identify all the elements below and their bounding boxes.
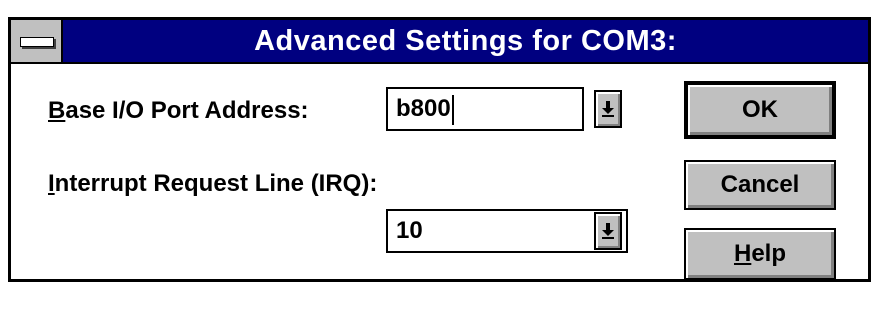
title-bar[interactable]: Advanced Settings for COM3:: [11, 20, 868, 64]
cancel-button[interactable]: Cancel: [684, 160, 836, 210]
text-caret: [451, 94, 454, 125]
dialog-title: Advanced Settings for COM3:: [254, 25, 677, 57]
help-label-text: elp: [751, 240, 787, 267]
dropdown-arrow-icon: [602, 101, 614, 117]
irq-label: Interrupt Request Line (IRQ):: [48, 170, 377, 198]
base-io-label: Base I/O Port Address:: [48, 97, 309, 125]
advanced-settings-dialog: Advanced Settings for COM3: Base I/O Por…: [8, 17, 871, 282]
base-io-value: b800: [396, 95, 451, 122]
base-io-accelerator: B: [48, 97, 66, 124]
system-menu-button[interactable]: [11, 20, 63, 62]
irq-select[interactable]: 10: [386, 209, 628, 253]
dropdown-arrow-icon: [602, 223, 614, 239]
irq-value: 10: [396, 217, 423, 244]
help-button[interactable]: Help: [684, 228, 836, 280]
system-menu-icon: [20, 37, 54, 47]
base-io-dropdown-button[interactable]: [594, 90, 622, 128]
irq-label-text: nterrupt Request Line (IRQ):: [54, 170, 378, 197]
help-accelerator: H: [733, 240, 752, 267]
irq-dropdown-button[interactable]: [594, 212, 622, 250]
base-io-field[interactable]: b800: [386, 87, 584, 131]
ok-button[interactable]: OK: [684, 81, 836, 139]
base-io-value-wrap: b800: [396, 89, 454, 129]
base-io-label-text: ase I/O Port Address:: [65, 97, 309, 124]
irq-accelerator: I: [48, 170, 55, 197]
